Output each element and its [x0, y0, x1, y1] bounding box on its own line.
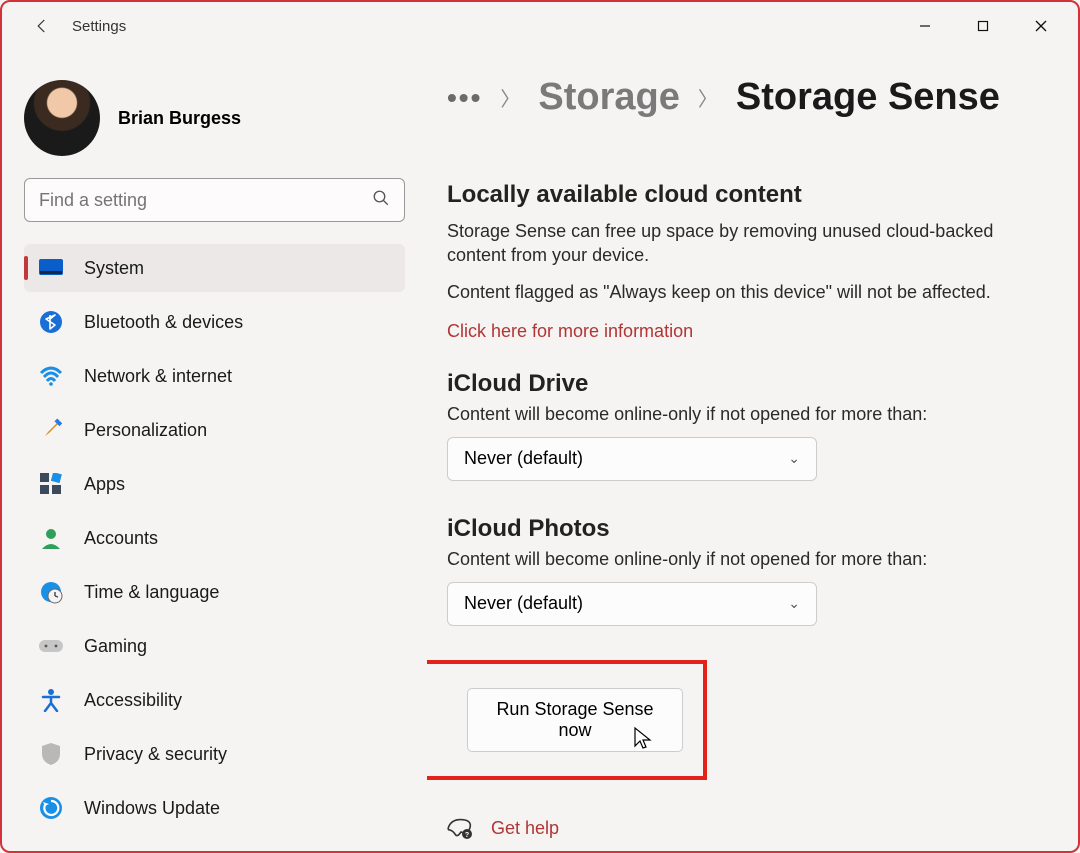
nav-label: Gaming: [84, 636, 147, 657]
nav-label: Accounts: [84, 528, 158, 549]
nav-label: Accessibility: [84, 690, 182, 711]
nav-item-apps[interactable]: Apps: [24, 460, 405, 508]
nav-item-network[interactable]: Network & internet: [24, 352, 405, 400]
user-name: Brian Burgess: [118, 108, 241, 129]
search-icon: [372, 189, 390, 212]
avatar: [24, 80, 100, 156]
breadcrumb: ••• 〉 Storage 〉 Storage Sense: [447, 76, 1018, 119]
accessibility-icon: [38, 687, 64, 713]
chevron-right-icon: 〉: [698, 83, 718, 112]
nav-item-gaming[interactable]: Gaming: [24, 622, 405, 670]
window-maximize-button[interactable]: [954, 6, 1012, 46]
apps-icon: [38, 471, 64, 497]
nav-item-time-language[interactable]: Time & language: [24, 568, 405, 616]
search-input[interactable]: [39, 190, 372, 211]
wifi-icon: [38, 363, 64, 389]
nav-item-windows-update[interactable]: Windows Update: [24, 784, 405, 832]
globe-clock-icon: [38, 579, 64, 605]
nav-item-personalization[interactable]: Personalization: [24, 406, 405, 454]
nav-label: Time & language: [84, 582, 219, 603]
cloud-content-note: Content flagged as "Always keep on this …: [447, 282, 1018, 303]
nav-item-system[interactable]: System: [24, 244, 405, 292]
nav-label: Apps: [84, 474, 125, 495]
chevron-down-icon: ⌄: [788, 450, 800, 467]
nav-item-bluetooth[interactable]: Bluetooth & devices: [24, 298, 405, 346]
help-icon: ?: [447, 816, 473, 842]
search-box[interactable]: [24, 178, 405, 222]
system-icon: [38, 255, 64, 281]
cloud-content-desc: Storage Sense can free up space by remov…: [447, 219, 1018, 268]
nav-label: Network & internet: [84, 366, 232, 387]
icloud-drive-title: iCloud Drive: [447, 370, 1018, 398]
update-icon: [38, 795, 64, 821]
nav-item-accounts[interactable]: Accounts: [24, 514, 405, 562]
brush-icon: [38, 417, 64, 443]
icloud-drive-dropdown[interactable]: Never (default) ⌄: [447, 437, 817, 481]
nav-list: System Bluetooth & devices Network & int…: [24, 244, 405, 838]
breadcrumb-current: Storage Sense: [736, 76, 1000, 119]
gamepad-icon: [38, 633, 64, 659]
app-title: Settings: [72, 18, 126, 35]
back-button[interactable]: [22, 6, 62, 46]
window-minimize-button[interactable]: [896, 6, 954, 46]
user-profile[interactable]: Brian Burgess: [24, 80, 405, 156]
nav-label: Privacy & security: [84, 744, 227, 765]
nav-item-privacy-security[interactable]: Privacy & security: [24, 730, 405, 778]
breadcrumb-overflow[interactable]: •••: [447, 82, 482, 114]
run-storage-sense-button[interactable]: Run Storage Sense now: [467, 688, 683, 752]
dropdown-value: Never (default): [464, 593, 583, 614]
svg-text:?: ?: [465, 832, 469, 839]
cloud-content-title: Locally available cloud content: [447, 181, 1018, 209]
icloud-photos-title: iCloud Photos: [447, 515, 1018, 543]
window-close-button[interactable]: [1012, 6, 1070, 46]
nav-label: Personalization: [84, 420, 207, 441]
nav-item-accessibility[interactable]: Accessibility: [24, 676, 405, 724]
icloud-photos-desc: Content will become online-only if not o…: [447, 549, 1018, 570]
breadcrumb-parent[interactable]: Storage: [538, 76, 679, 119]
chevron-right-icon: 〉: [500, 83, 520, 112]
nav-label: Windows Update: [84, 798, 220, 819]
icloud-photos-dropdown[interactable]: Never (default) ⌄: [447, 582, 817, 626]
nav-label: System: [84, 258, 144, 279]
dropdown-value: Never (default): [464, 448, 583, 469]
icloud-drive-desc: Content will become online-only if not o…: [447, 404, 1018, 425]
highlight-annotation: Run Storage Sense now: [427, 660, 707, 780]
person-icon: [38, 525, 64, 551]
get-help-link[interactable]: Get help: [491, 818, 559, 839]
bluetooth-icon: [38, 309, 64, 335]
nav-label: Bluetooth & devices: [84, 312, 243, 333]
shield-icon: [38, 741, 64, 767]
more-info-link[interactable]: Click here for more information: [447, 321, 693, 342]
chevron-down-icon: ⌄: [788, 595, 800, 612]
